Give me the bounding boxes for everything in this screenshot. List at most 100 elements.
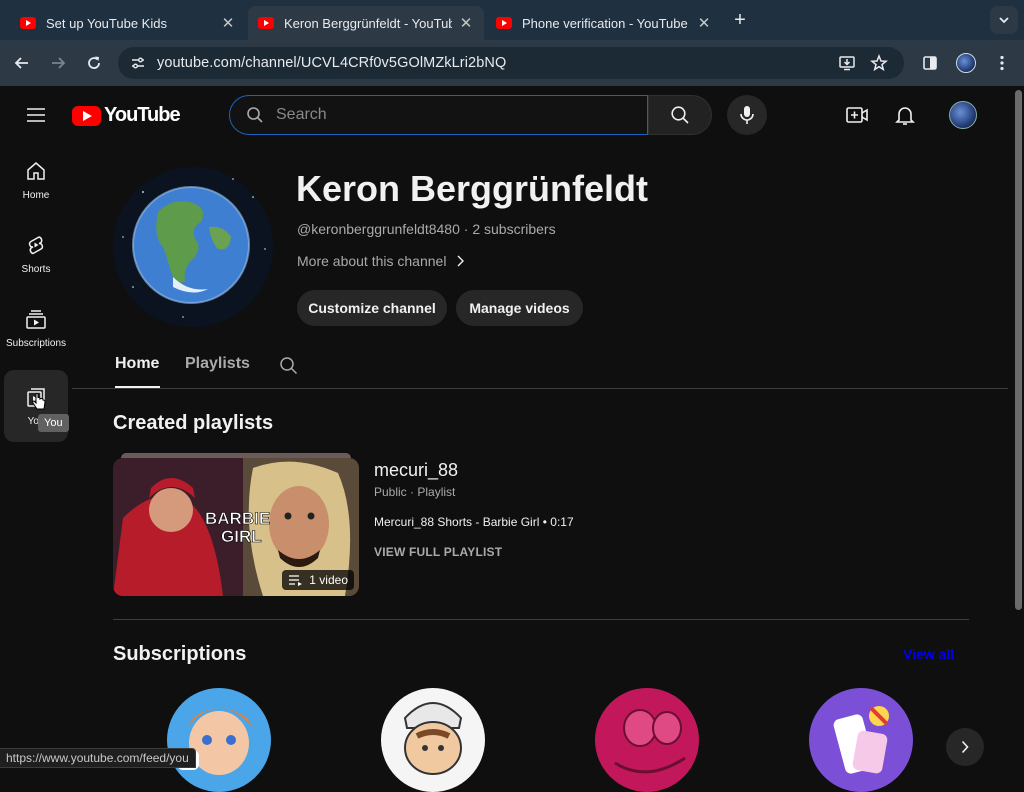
subscriptions-next-button[interactable] — [946, 728, 984, 766]
active-tab-indicator — [115, 386, 160, 388]
search-icon — [671, 106, 689, 124]
close-tab-icon[interactable]: ✕ — [696, 14, 712, 32]
more-about-channel-link[interactable]: More about this channel — [297, 253, 465, 269]
section-divider — [113, 619, 969, 620]
subscription-avatar[interactable] — [595, 688, 699, 792]
cartoon-gamer-avatar-image — [167, 688, 271, 792]
cartoon-chef-avatar-image — [381, 688, 485, 792]
playlist-title[interactable]: mecuri_88 — [374, 460, 458, 481]
channel-search-button[interactable] — [279, 356, 298, 380]
close-tab-icon[interactable]: ✕ — [458, 14, 474, 32]
side-panel-button[interactable] — [916, 49, 944, 77]
subscriber-count: 2 subscribers — [472, 221, 556, 237]
close-tab-icon[interactable]: ✕ — [220, 14, 236, 32]
tab-search-button[interactable] — [990, 6, 1018, 34]
tabs-divider — [72, 388, 1008, 389]
playlist-thumbnail[interactable]: BARBIE GIRL 1 video — [113, 458, 359, 596]
tab-home[interactable]: Home — [115, 355, 159, 373]
video-count-badge: 1 video — [282, 570, 354, 590]
browser-tab-strip: Set up YouTube Kids ✕ Keron Berggrünfeld… — [0, 0, 1024, 40]
browser-tab-youtube-kids[interactable]: Set up YouTube Kids ✕ — [10, 6, 246, 40]
subscription-avatar[interactable] — [381, 688, 485, 792]
account-avatar[interactable] — [949, 101, 977, 129]
install-app-icon[interactable] — [838, 54, 856, 72]
sidebar-tooltip: You — [38, 414, 69, 432]
profile-button[interactable] — [952, 49, 980, 77]
kebab-menu-icon — [1000, 55, 1004, 71]
youtube-wordmark: YouTube — [104, 104, 181, 126]
reload-button[interactable] — [80, 49, 108, 77]
page-scrollbar-thumb[interactable] — [1015, 90, 1022, 610]
link-status-bar: https://www.youtube.com/feed/you — [0, 748, 196, 768]
youtube-play-logo-icon — [72, 105, 101, 126]
pink-meme-avatar-image — [595, 688, 699, 792]
more-about-label: More about this channel — [297, 253, 447, 269]
sidebar-item-label: Shorts — [21, 263, 51, 275]
notifications-button[interactable] — [893, 103, 917, 132]
side-panel-icon — [923, 56, 937, 70]
site-info-icon[interactable] — [130, 55, 146, 71]
youtube-header: YouTube Search — [0, 86, 1014, 144]
popcorn-app-avatar-image — [809, 688, 913, 792]
first-item-duration: 0:17 — [550, 515, 574, 529]
search-button[interactable] — [648, 95, 712, 135]
youtube-logo[interactable]: YouTube — [72, 104, 181, 127]
home-icon — [27, 161, 45, 180]
view-full-playlist-link[interactable]: VIEW FULL PLAYLIST — [374, 545, 502, 559]
playlist-first-item[interactable]: Mercuri_88 Shorts - Barbie Girl • 0:17 — [374, 515, 574, 529]
chevron-right-icon — [961, 740, 969, 754]
search-icon — [247, 107, 263, 123]
browser-tab-phone-verification[interactable]: Phone verification - YouTube ✕ — [486, 6, 722, 40]
earth-globe-image — [113, 167, 273, 327]
url-text: youtube.com/channel/UCVL4CRf0v5GOlMZkLri… — [157, 55, 507, 71]
manage-videos-button[interactable]: Manage videos — [456, 290, 583, 326]
subscription-avatar[interactable] — [809, 688, 913, 792]
forward-button[interactable] — [44, 49, 72, 77]
shorts-icon — [28, 235, 44, 254]
subscriptions-icon — [26, 309, 46, 329]
hamburger-menu-icon — [27, 108, 45, 122]
tab-title: Phone verification - YouTube — [522, 15, 688, 31]
thumbnail-text-girl: GIRL — [221, 527, 262, 546]
tab-title: Set up YouTube Kids — [46, 15, 167, 31]
new-tab-icon[interactable]: + — [728, 8, 752, 32]
profile-avatar — [956, 53, 976, 73]
arrow-left-icon — [14, 57, 28, 69]
subscription-avatar[interactable] — [167, 688, 271, 792]
first-item-title: Mercuri_88 Shorts - Barbie Girl — [374, 515, 540, 529]
voice-search-button[interactable] — [727, 95, 767, 135]
browser-tab-channel[interactable]: Keron Berggrünfeldt - YouTube ✕ — [248, 6, 484, 40]
playlist-visibility: Public · Playlist — [374, 485, 456, 499]
sidebar-item-label: Subscriptions — [5, 337, 67, 349]
created-playlists-heading: Created playlists — [113, 412, 274, 434]
hand-cursor-icon — [32, 393, 46, 410]
create-video-icon — [846, 107, 868, 123]
sidebar-item-subscriptions[interactable]: Subscriptions — [4, 292, 68, 364]
create-button[interactable] — [844, 103, 870, 132]
address-bar[interactable]: youtube.com/channel/UCVL4CRf0v5GOlMZkLri… — [118, 47, 904, 79]
thumbnail-text-barbie: BARBIE — [205, 509, 270, 528]
subscriptions-heading: Subscriptions — [113, 643, 247, 665]
tab-title: Keron Berggrünfeldt - YouTube — [284, 15, 452, 31]
chevron-down-icon — [999, 17, 1009, 24]
bookmark-star-icon[interactable] — [870, 54, 888, 72]
bell-icon — [895, 107, 915, 125]
youtube-favicon-icon — [258, 17, 274, 29]
browser-toolbar: youtube.com/channel/UCVL4CRf0v5GOlMZkLri… — [0, 40, 1024, 86]
tab-playlists[interactable]: Playlists — [185, 355, 250, 373]
sidebar-item-shorts[interactable]: Shorts — [4, 218, 68, 290]
sidebar-item-home[interactable]: Home — [4, 144, 68, 216]
search-icon — [280, 357, 298, 375]
sidebar-item-label: Home — [22, 189, 50, 201]
chevron-right-icon — [457, 255, 465, 267]
customize-channel-button[interactable]: Customize channel — [297, 290, 447, 326]
browser-menu-button[interactable] — [988, 49, 1016, 77]
arrow-right-icon — [52, 57, 66, 69]
channel-name: Keron Berggrünfeldt — [296, 168, 649, 209]
view-all-link[interactable]: View all — [903, 646, 954, 662]
search-input[interactable]: Search — [229, 95, 648, 135]
menu-button[interactable] — [24, 103, 48, 132]
channel-meta: @keronberggrunfeldt8480 · 2 subscribers — [297, 221, 556, 237]
channel-avatar[interactable] — [113, 167, 273, 327]
back-button[interactable] — [8, 49, 36, 77]
